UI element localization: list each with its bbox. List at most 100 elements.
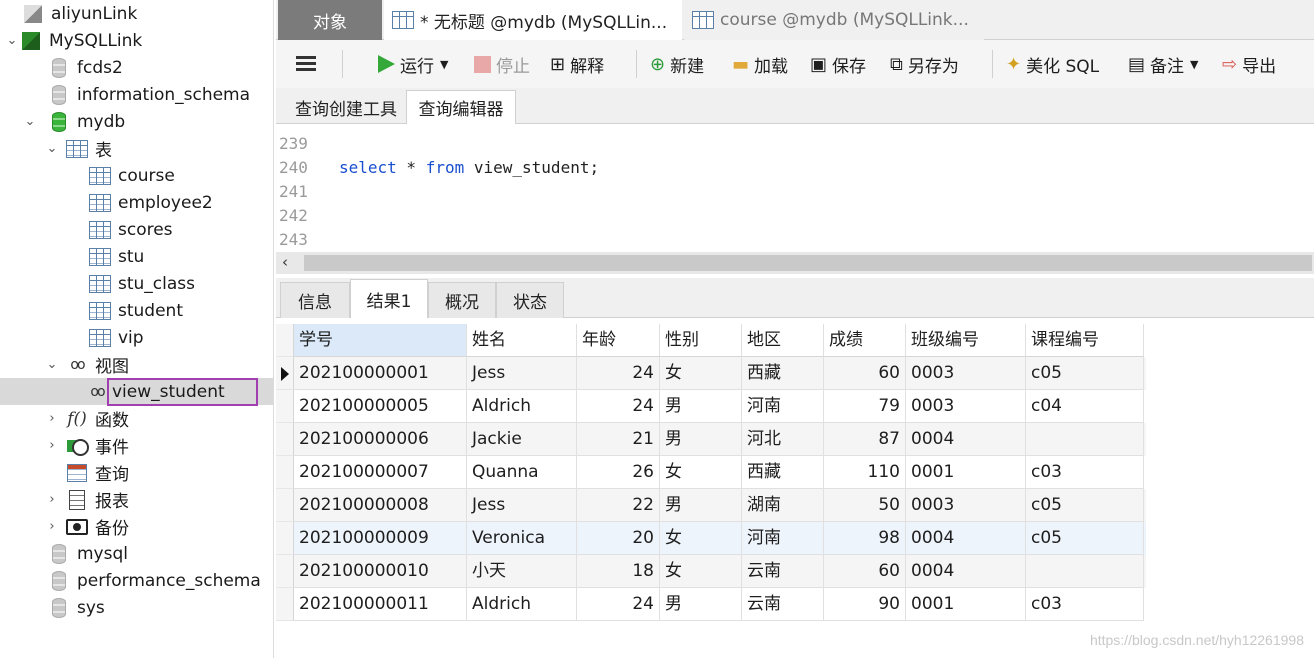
tree-item-mysqllink[interactable]: ⌄ MySQLLink xyxy=(0,27,273,54)
table-cell[interactable]: 0003 xyxy=(906,489,1026,522)
table-row[interactable]: 202100000005 Aldrich 24 男河南 79 0003 c04 xyxy=(276,390,1146,423)
menu-button[interactable] xyxy=(296,40,316,88)
table-cell[interactable]: 西藏 xyxy=(742,357,824,390)
table-cell[interactable]: 云南 xyxy=(742,555,824,588)
row-marker[interactable] xyxy=(276,489,294,522)
tree-item-information-schema[interactable]: information_schema xyxy=(0,81,273,108)
editor-horizontal-scrollbar[interactable]: ‹ xyxy=(276,252,1314,274)
table-cell[interactable]: 26 xyxy=(577,456,660,489)
table-cell[interactable]: 女 xyxy=(660,555,742,588)
table-cell[interactable]: 24 xyxy=(577,390,660,423)
table-cell[interactable]: 24 xyxy=(577,588,660,621)
chevron-down-icon[interactable]: ⌄ xyxy=(4,33,20,48)
table-cell[interactable]: c04 xyxy=(1026,390,1144,423)
table-cell[interactable]: 男 xyxy=(660,390,742,423)
sql-editor[interactable]: 239 240 select * from view_student; 241 … xyxy=(276,124,1314,252)
table-row[interactable]: 202100000010 小天 18 女云南 60 0004 xyxy=(276,555,1146,588)
table-cell[interactable]: 男 xyxy=(660,588,742,621)
table-cell[interactable]: 90 xyxy=(824,588,906,621)
beautify-sql-button[interactable]: ✦ 美化 SQL xyxy=(1006,40,1099,88)
table-cell[interactable]: 河南 xyxy=(742,390,824,423)
caret-down-icon[interactable]: ▼ xyxy=(1190,58,1198,71)
table-row[interactable]: 202100000009 Veronica 20 女河南 98 0004 c05 xyxy=(276,522,1146,555)
row-marker[interactable] xyxy=(276,390,294,423)
table-cell[interactable]: 18 xyxy=(577,555,660,588)
tree-item-fcds2[interactable]: fcds2 xyxy=(0,54,273,81)
tab-profile[interactable]: 概况 xyxy=(428,282,496,318)
save-as-button[interactable]: ⧉ 另存为 xyxy=(890,40,959,88)
load-button[interactable]: ▬ 加载 xyxy=(732,40,788,88)
column-header[interactable]: 地区 xyxy=(742,324,824,357)
chevron-right-icon[interactable]: › xyxy=(44,492,60,507)
table-cell[interactable]: c03 xyxy=(1026,456,1144,489)
table-cell[interactable]: 河北 xyxy=(742,423,824,456)
tree-item-table-scores[interactable]: scores xyxy=(0,216,273,243)
table-row[interactable]: 202100000011 Aldrich 24 男云南 90 0001 c03 xyxy=(276,588,1146,621)
table-cell[interactable]: 0004 xyxy=(906,423,1026,456)
row-marker[interactable] xyxy=(276,522,294,555)
table-cell[interactable]: 0003 xyxy=(906,357,1026,390)
row-marker[interactable] xyxy=(276,423,294,456)
column-header[interactable]: 姓名 xyxy=(467,324,577,357)
tab-query-builder[interactable]: 查询创建工具 xyxy=(284,90,408,124)
table-cell[interactable]: 0003 xyxy=(906,390,1026,423)
chevron-right-icon[interactable]: › xyxy=(44,519,60,534)
column-header[interactable]: 课程编号 xyxy=(1026,324,1144,357)
table-cell[interactable] xyxy=(1026,423,1144,456)
scroll-left-arrow-icon[interactable]: ‹ xyxy=(282,253,288,271)
tree-item-functions[interactable]: › f() 函数 xyxy=(0,405,273,432)
table-cell[interactable]: 女 xyxy=(660,522,742,555)
explain-button[interactable]: ⊞ 解释 xyxy=(550,40,604,88)
table-cell[interactable]: 24 xyxy=(577,357,660,390)
tab-status[interactable]: 状态 xyxy=(496,282,564,318)
comment-button[interactable]: ▤ 备注 ▼ xyxy=(1128,40,1198,88)
tree-item-table-vip[interactable]: vip xyxy=(0,324,273,351)
tab-untitled-query[interactable]: * 无标题 @mydb (MySQLLin... xyxy=(384,0,682,40)
table-cell[interactable]: 202100000011 xyxy=(294,588,467,621)
table-cell[interactable]: 50 xyxy=(824,489,906,522)
table-row[interactable]: 202100000001 Jess 24 女西藏 60 0003 c05 xyxy=(276,357,1146,390)
tree-item-tables[interactable]: ⌄ 表 xyxy=(0,135,273,162)
tree-item-table-course[interactable]: course xyxy=(0,162,273,189)
table-cell[interactable]: 云南 xyxy=(742,588,824,621)
table-cell[interactable]: 87 xyxy=(824,423,906,456)
table-cell[interactable]: Jess xyxy=(467,489,577,522)
tree-item-sys[interactable]: sys xyxy=(0,594,273,621)
table-cell[interactable]: 202100000008 xyxy=(294,489,467,522)
tab-query-editor[interactable]: 查询编辑器 xyxy=(406,90,516,124)
tab-result1[interactable]: 结果1 xyxy=(350,279,428,318)
tab-course-table[interactable]: course @mydb (MySQLLink... xyxy=(684,0,984,40)
table-cell[interactable]: Veronica xyxy=(467,522,577,555)
table-cell[interactable]: Jess xyxy=(467,357,577,390)
tree-item-views[interactable]: ⌄ oo 视图 xyxy=(0,351,273,378)
column-header[interactable]: 年龄 xyxy=(577,324,660,357)
chevron-down-icon[interactable]: ⌄ xyxy=(44,357,60,372)
table-cell[interactable]: Aldrich xyxy=(467,588,577,621)
scrollbar-thumb[interactable] xyxy=(304,255,1312,271)
table-cell[interactable]: c05 xyxy=(1026,357,1144,390)
column-header[interactable]: 学号 xyxy=(294,324,467,357)
chevron-down-icon[interactable]: ⌄ xyxy=(44,141,60,156)
table-cell[interactable]: 0004 xyxy=(906,555,1026,588)
table-cell[interactable]: 21 xyxy=(577,423,660,456)
table-cell[interactable]: Quanna xyxy=(467,456,577,489)
table-cell[interactable]: 202100000007 xyxy=(294,456,467,489)
table-cell[interactable]: 20 xyxy=(577,522,660,555)
column-header[interactable]: 班级编号 xyxy=(906,324,1026,357)
row-marker[interactable] xyxy=(276,588,294,621)
tree-item-aliyunlink[interactable]: aliyunLink xyxy=(0,0,273,27)
table-cell[interactable]: 0001 xyxy=(906,588,1026,621)
table-cell[interactable]: 22 xyxy=(577,489,660,522)
table-row[interactable]: 202100000007 Quanna 26 女西藏 110 0001 c03 xyxy=(276,456,1146,489)
table-cell[interactable]: 0004 xyxy=(906,522,1026,555)
table-cell[interactable]: 202100000001 xyxy=(294,357,467,390)
table-cell[interactable]: Jackie xyxy=(467,423,577,456)
table-cell[interactable]: c03 xyxy=(1026,588,1144,621)
column-header[interactable]: 成绩 xyxy=(824,324,906,357)
tree-item-table-employee2[interactable]: employee2 xyxy=(0,189,273,216)
row-marker[interactable] xyxy=(276,456,294,489)
stop-button[interactable]: 停止 xyxy=(474,40,530,88)
tree-item-queries[interactable]: 查询 xyxy=(0,459,273,486)
table-row[interactable]: 202100000008 Jess 22 男湖南 50 0003 c05 xyxy=(276,489,1146,522)
row-marker[interactable] xyxy=(276,357,294,390)
